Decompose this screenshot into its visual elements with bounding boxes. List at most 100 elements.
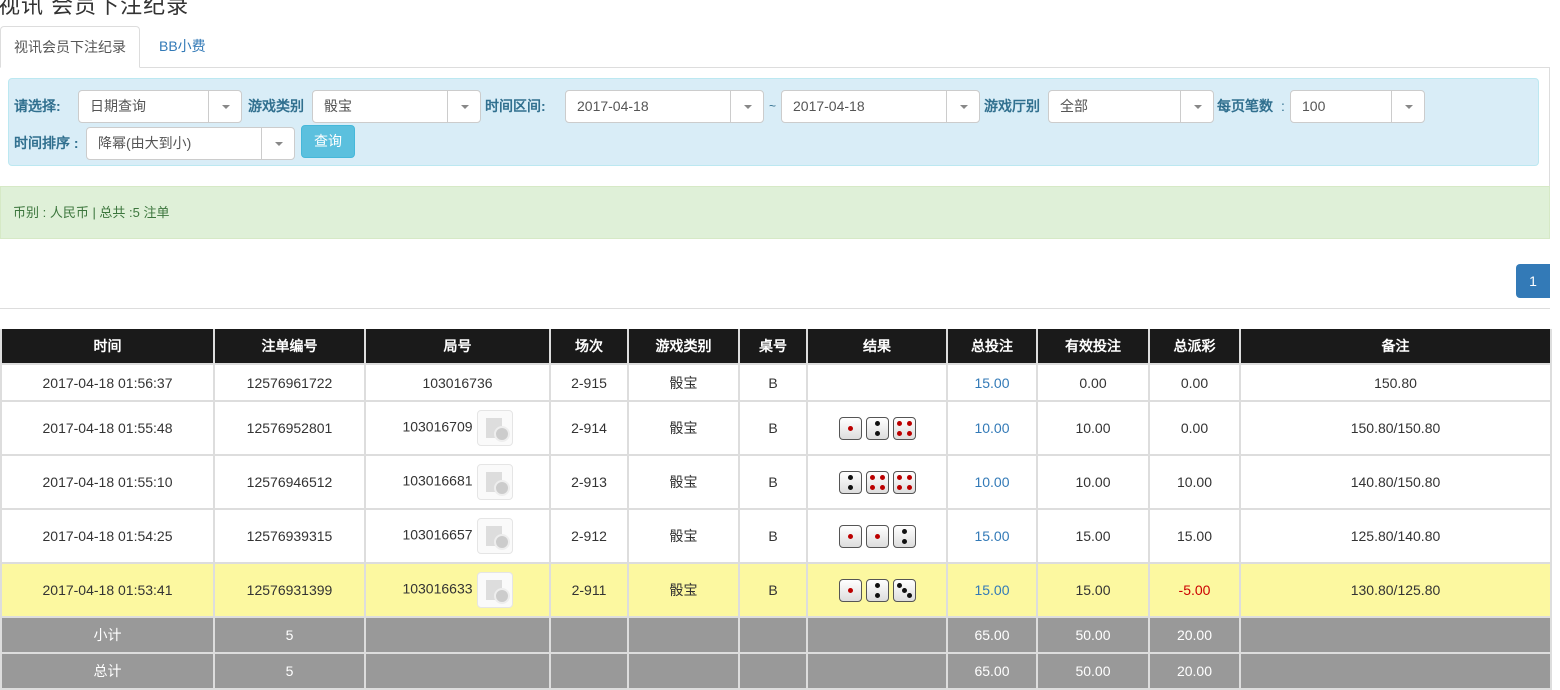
cell-valid-bet: 15.00 [1036, 562, 1150, 618]
tab-video-bet-records[interactable]: 视讯会员下注纪录 [0, 26, 140, 68]
cell-game: 骰宝 [627, 400, 740, 456]
cell-payout: 15.00 [1148, 508, 1241, 564]
cell-round-text: 103016681 [402, 472, 473, 489]
query-type-value: 日期查询 [90, 98, 146, 114]
sort-select[interactable]: 降幂(由大到小) [86, 127, 295, 160]
subtotal-label: 小计 [0, 616, 215, 654]
header-table-no: 桌号 [738, 329, 808, 365]
hall-value: 全部 [1060, 98, 1088, 114]
header-round: 局号 [364, 329, 551, 365]
select-label: 请选择: [14, 98, 61, 114]
total-payout: 20.00 [1148, 652, 1241, 690]
cell-payout-text: 0.00 [1180, 374, 1209, 391]
video-replay-icon[interactable] [476, 572, 513, 608]
cell-payout-text: 15.00 [1176, 528, 1213, 544]
date-to-select[interactable]: 2017-04-18 [781, 90, 980, 123]
subtotal-payout: 20.00 [1148, 616, 1241, 654]
cell-total-bet: 15.00 [946, 363, 1038, 402]
cell-valid-bet-text: 10.00 [1075, 474, 1111, 490]
total-empty [549, 652, 629, 690]
date-to-value: 2017-04-18 [793, 98, 865, 114]
cell-game: 骰宝 [627, 508, 740, 564]
cell-game: 骰宝 [627, 454, 740, 510]
cell-valid-bet: 10.00 [1036, 400, 1150, 456]
cell-round-text: 103016709 [402, 418, 473, 435]
cell-game-text: 骰宝 [669, 420, 698, 436]
cell-note-text: 130.80/125.80 [1350, 582, 1441, 598]
hall-select[interactable]: 全部 [1048, 90, 1214, 123]
total-empty [738, 652, 808, 690]
sort-label: 时间排序 : [14, 135, 79, 151]
cell-table-text: B [768, 528, 778, 544]
header-session: 场次 [549, 329, 629, 365]
cell-game-text: 骰宝 [669, 374, 698, 391]
header-payout: 总派彩 [1148, 329, 1241, 365]
cell-time: 2017-04-18 01:54:25 [0, 508, 215, 564]
header-bet-id: 注单编号 [213, 329, 366, 365]
cell-total-bet: 10.00 [946, 454, 1038, 510]
page-1-button[interactable]: 1 [1516, 264, 1550, 298]
cell-bet-id: 12576952801 [213, 400, 366, 456]
cell-time-text: 2017-04-18 01:55:10 [42, 474, 173, 490]
subtotal-payout-text: 20.00 [1176, 627, 1213, 643]
cell-payout-text: 10.00 [1176, 474, 1213, 490]
cell-table-text: B [768, 582, 778, 598]
cell-note: 150.80 [1239, 363, 1552, 402]
game-type-select[interactable]: 骰宝 [312, 90, 481, 123]
cell-result [806, 508, 948, 564]
cell-result [806, 400, 948, 456]
cell-result [806, 363, 948, 402]
video-replay-icon[interactable] [476, 410, 513, 446]
cell-game: 骰宝 [627, 562, 740, 618]
date-from-select[interactable]: 2017-04-18 [565, 90, 764, 123]
dice-3-icon [892, 578, 916, 602]
cell-bet-id-text: 12576961722 [246, 374, 333, 391]
cell-bet-id-text: 12576939315 [246, 528, 333, 544]
cell-time-text: 2017-04-18 01:55:48 [42, 420, 173, 436]
subtotal-count-text: 5 [285, 627, 294, 643]
table-header-row: 时间 注单编号 局号 场次 游戏类别 桌号 结果 总投注 有效投注 总派彩 备注 [0, 329, 1552, 365]
dice-2-icon [892, 524, 916, 548]
cell-result [806, 562, 948, 618]
total-total-bet: 65.00 [946, 652, 1038, 690]
cell-round: 103016657 [364, 508, 551, 564]
subtotal-row: 小计 5 65.00 50.00 20.00 [0, 616, 1552, 654]
query-type-select[interactable]: 日期查询 [78, 90, 242, 123]
cell-time-text: 2017-04-18 01:53:41 [42, 582, 173, 598]
subtotal-valid-bet: 50.00 [1036, 616, 1150, 654]
cell-payout-text: -5.00 [1178, 582, 1211, 598]
chevron-down-icon [730, 91, 763, 122]
chevron-down-icon [946, 91, 979, 122]
cell-note-text: 150.80/150.80 [1350, 420, 1441, 436]
cell-bet-id-text: 12576952801 [246, 420, 333, 436]
game-type-label: 游戏类别 [248, 98, 304, 114]
video-replay-icon[interactable] [476, 518, 513, 554]
query-button[interactable]: 查询 [301, 125, 355, 158]
subtotal-empty [549, 616, 629, 654]
cell-note: 130.80/125.80 [1239, 562, 1552, 618]
subtotal-total-bet: 65.00 [946, 616, 1038, 654]
dice-4-icon [865, 470, 889, 494]
cell-payout: 0.00 [1148, 363, 1241, 402]
total-empty [364, 652, 551, 690]
cell-time-text: 2017-04-18 01:56:37 [42, 374, 173, 391]
dice-2-icon [865, 578, 889, 602]
per-page-select[interactable]: 100 [1290, 90, 1425, 123]
cell-table: B [738, 454, 808, 510]
subtotal-note [1239, 616, 1552, 654]
cell-total-bet-text: 15.00 [974, 374, 1010, 391]
cell-note: 150.80/150.80 [1239, 400, 1552, 456]
cell-table: B [738, 363, 808, 402]
cell-valid-bet: 15.00 [1036, 508, 1150, 564]
game-type-value: 骰宝 [324, 98, 352, 114]
cell-session: 2-914 [549, 400, 629, 456]
header-game-type: 游戏类别 [627, 329, 740, 365]
cell-bet-id-text: 12576946512 [246, 474, 333, 490]
video-replay-icon[interactable] [476, 464, 513, 500]
subtotal-count: 5 [213, 616, 366, 654]
cell-round: 103016736 [364, 363, 551, 402]
cell-game-text: 骰宝 [669, 582, 698, 598]
tab-bb-tips[interactable]: BB小费 [146, 26, 219, 68]
cell-total-bet: 15.00 [946, 508, 1038, 564]
total-empty [806, 652, 948, 690]
